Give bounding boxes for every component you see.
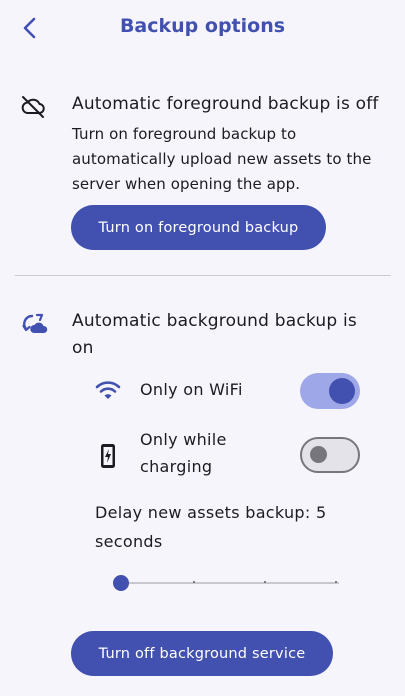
delay-slider[interactable] <box>113 572 339 594</box>
wifi-only-switch[interactable] <box>300 373 360 409</box>
foreground-description: Turn on foreground backup to automatical… <box>72 125 372 193</box>
slider-track <box>121 582 339 584</box>
section-divider <box>15 275 391 276</box>
delay-backup-label: Delay new assets backup: 5 seconds <box>95 503 327 551</box>
wifi-icon <box>94 376 122 404</box>
slider-tick <box>264 581 266 583</box>
page-title: Backup options <box>119 15 286 37</box>
switch-thumb <box>310 446 327 463</box>
slider-tick <box>335 581 337 583</box>
foreground-status-title: Automatic foreground backup is off <box>72 94 379 114</box>
charging-only-switch[interactable] <box>300 437 360 473</box>
turn-off-background-service-button[interactable]: Turn off background service <box>71 631 333 676</box>
slider-tick <box>193 581 195 583</box>
option-charging-label: Only while charging <box>140 430 227 476</box>
background-status-title: Automatic background backup is on <box>72 311 357 358</box>
battery-charging-icon <box>94 442 122 470</box>
slider-thumb[interactable] <box>113 575 129 591</box>
cloud-off-icon <box>20 93 46 119</box>
turn-on-foreground-backup-button[interactable]: Turn on foreground backup <box>71 205 326 250</box>
cloud-sync-icon <box>22 311 48 337</box>
switch-thumb <box>329 378 355 404</box>
option-wifi-label: Only on WiFi <box>140 380 243 399</box>
top-app-bar: Backup options <box>0 0 405 56</box>
